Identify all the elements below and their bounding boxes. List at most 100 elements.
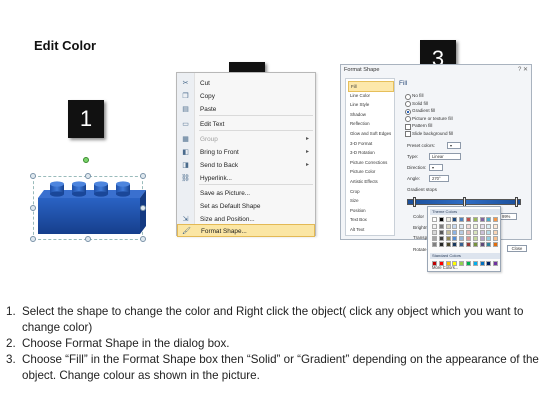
color-swatch[interactable] [438,236,444,241]
color-swatch[interactable] [445,242,451,247]
color-swatch[interactable] [459,230,465,235]
color-swatch[interactable] [466,217,471,222]
color-swatch[interactable] [445,236,451,241]
color-swatch[interactable] [486,230,492,235]
direction-dropdown[interactable]: ▾ [429,164,443,171]
submenu-arrow-icon: ▸ [305,149,309,155]
color-swatch[interactable] [445,217,451,222]
color-swatch[interactable] [479,242,485,247]
color-swatch[interactable] [466,224,471,229]
color-swatch[interactable] [432,261,437,266]
menu-item-label: Paste [200,106,217,113]
fill-option-solid-fill[interactable]: Solid fill [405,100,428,107]
color-swatch[interactable] [438,242,444,247]
color-swatch[interactable] [479,236,485,241]
color-swatch[interactable] [432,236,437,241]
color-swatch[interactable] [486,217,492,222]
angle-input[interactable]: 270° [429,175,449,182]
resize-handle-br[interactable] [140,236,146,242]
color-swatch[interactable] [466,261,471,266]
resize-handle-r[interactable] [140,205,146,211]
menu-item-edit-text[interactable]: ▭ Edit Text [177,118,315,131]
color-swatch[interactable] [486,224,492,229]
rotate-handle[interactable] [83,157,89,163]
paste-icon: ▤ [182,106,189,113]
color-swatch[interactable] [493,217,499,222]
color-swatch[interactable] [445,230,451,235]
color-swatch[interactable] [493,261,499,266]
fill-option-gradient-fill[interactable]: Gradient fill [405,107,435,115]
color-swatch[interactable] [472,230,478,235]
menu-item-hyperlink[interactable]: ⛓ Hyperlink... [177,172,315,185]
color-swatch[interactable] [472,261,478,266]
color-swatch[interactable] [432,230,437,235]
menu-item-set-as-default-shape[interactable]: Set as Default Shape [177,200,315,213]
menu-item-cut[interactable]: ✂ Cut [177,77,315,90]
menu-item-copy[interactable]: ❐ Copy [177,90,315,103]
color-swatch[interactable] [452,224,458,229]
color-swatch[interactable] [432,242,437,247]
color-swatch[interactable] [466,230,471,235]
gradient-stop-3[interactable] [515,197,518,207]
resize-handle-t[interactable] [85,173,91,179]
fill-option-pattern-fill[interactable]: Pattern fill [405,122,432,130]
color-swatch[interactable] [486,242,492,247]
color-swatch[interactable] [472,236,478,241]
color-swatch[interactable] [432,224,437,229]
fill-option-slide-background-fill[interactable]: Slide background fill [405,130,453,137]
close-button[interactable]: Close [507,245,527,252]
color-swatch[interactable] [466,236,471,241]
menu-item-paste[interactable]: ▤ Paste [177,103,315,116]
fill-option-picture-or-texture-fill[interactable]: Picture or texture fill [405,115,453,122]
color-swatch[interactable] [452,217,458,222]
resize-handle-tr[interactable] [140,173,146,179]
color-swatch[interactable] [472,217,478,222]
color-swatch[interactable] [472,224,478,229]
color-swatch[interactable] [438,217,444,222]
color-swatch[interactable] [472,242,478,247]
fill-option-no-fill[interactable]: No fill [405,92,424,100]
color-swatch[interactable] [493,224,499,229]
resize-handle-l[interactable] [30,205,36,211]
type-select[interactable]: Linear [429,153,461,160]
resize-handle-b[interactable] [85,236,91,242]
dialog-close-icon[interactable]: ? ✕ [518,66,528,73]
color-swatch[interactable] [479,230,485,235]
gradient-stop-1[interactable] [413,197,416,207]
color-swatch[interactable] [452,242,458,247]
color-swatch[interactable] [486,236,492,241]
color-swatch[interactable] [452,261,458,266]
color-swatch[interactable] [466,242,471,247]
color-swatch[interactable] [445,224,451,229]
color-swatch[interactable] [459,261,465,266]
color-swatch[interactable] [479,217,485,222]
preset-colors-dropdown[interactable]: ▾ [447,142,461,149]
menu-item-format-shape[interactable]: 🖌 Format Shape... [177,224,315,237]
resize-handle-bl[interactable] [30,236,36,242]
color-swatch[interactable] [452,236,458,241]
color-swatch[interactable] [445,261,451,266]
color-swatch[interactable] [459,242,465,247]
color-swatch[interactable] [493,242,499,247]
color-swatch[interactable] [479,261,485,266]
color-swatch[interactable] [459,224,465,229]
color-swatch[interactable] [493,236,499,241]
color-swatch[interactable] [493,230,499,235]
color-swatch[interactable] [438,224,444,229]
menu-item-send-to-back[interactable]: ◨ Send to Back ▸ [177,159,315,172]
step-1: 1. Select the shape to change the color a… [6,304,546,336]
color-swatch[interactable] [452,230,458,235]
position-input[interactable]: 99% [499,213,517,220]
color-swatch[interactable] [438,230,444,235]
color-swatch[interactable] [432,217,437,222]
menu-item-save-as-picture[interactable]: Save as Picture... [177,187,315,200]
category-alt-text[interactable]: Alt Text [348,225,394,236]
color-swatch[interactable] [479,224,485,229]
menu-item-bring-to-front[interactable]: ◧ Bring to Front ▸ [177,146,315,159]
color-swatch[interactable] [438,261,444,266]
color-swatch[interactable] [486,261,492,266]
lego-brick-shape[interactable] [28,157,154,242]
color-swatch[interactable] [459,217,465,222]
color-swatch[interactable] [459,236,465,241]
resize-handle-tl[interactable] [30,173,36,179]
